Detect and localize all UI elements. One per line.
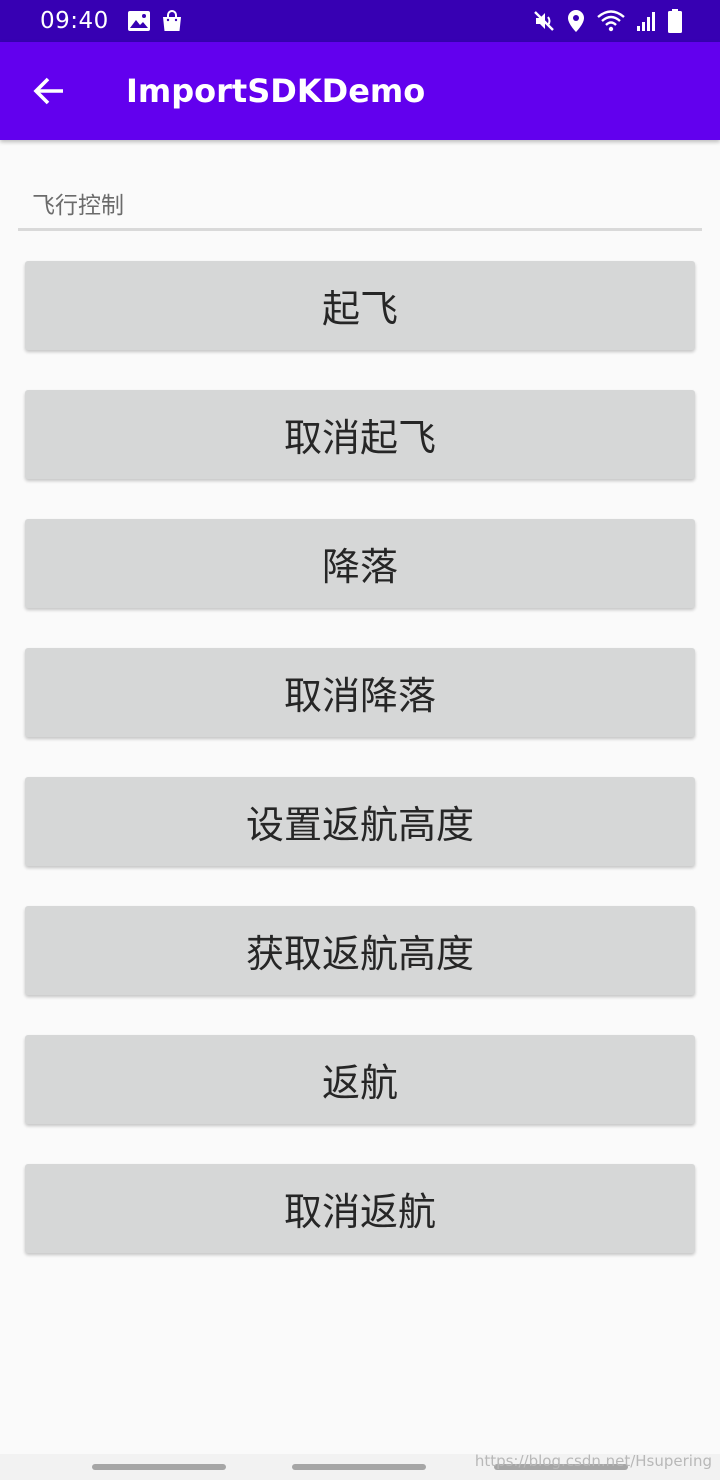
landing-button[interactable]: 降落 [25, 519, 695, 608]
nav-home-handle[interactable] [292, 1464, 426, 1470]
status-left: 09:40 [40, 8, 183, 34]
cancel-return-home-button[interactable]: 取消返航 [25, 1164, 695, 1253]
status-right [532, 9, 682, 33]
status-time: 09:40 [40, 8, 109, 34]
set-return-altitude-button[interactable]: 设置返航高度 [25, 777, 695, 866]
cancel-landing-button[interactable]: 取消降落 [25, 648, 695, 737]
shopping-bag-icon [161, 10, 183, 32]
battery-icon [668, 9, 682, 33]
app-bar: ImportSDKDemo [0, 42, 720, 140]
get-return-altitude-button[interactable]: 获取返航高度 [25, 906, 695, 995]
takeoff-button[interactable]: 起飞 [25, 261, 695, 350]
signal-icon [636, 10, 658, 32]
watermark: https://blog.csdn.net/Hsupering [474, 1452, 712, 1470]
arrow-left-icon [33, 77, 63, 105]
cancel-takeoff-button[interactable]: 取消起飞 [25, 390, 695, 479]
return-home-button[interactable]: 返航 [25, 1035, 695, 1124]
section-label: 飞行控制 [32, 193, 124, 219]
section-divider [18, 228, 702, 231]
back-button[interactable] [24, 66, 74, 116]
button-list: 起飞 取消起飞 降落 取消降落 设置返航高度 获取返航高度 返航 取消返航 [25, 261, 695, 1293]
location-icon [566, 9, 586, 33]
nav-recents-handle[interactable] [92, 1464, 226, 1470]
status-bar: 09:40 [0, 0, 720, 42]
wifi-icon [596, 9, 626, 33]
image-icon [127, 10, 151, 32]
mute-icon [532, 9, 556, 33]
app-title: ImportSDKDemo [126, 72, 426, 110]
